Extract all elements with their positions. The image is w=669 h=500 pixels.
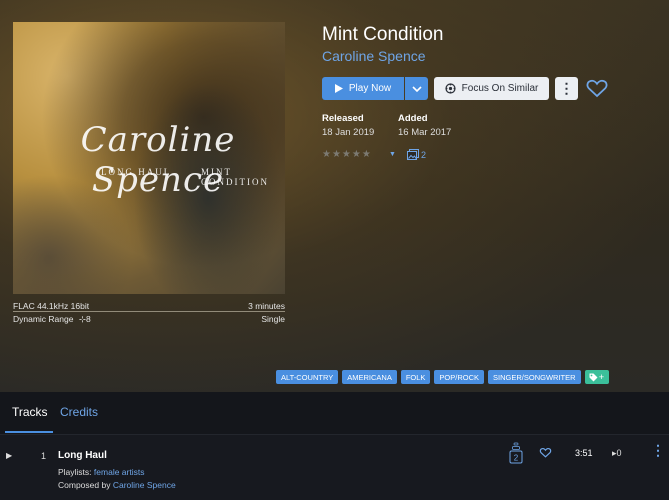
similar-icon xyxy=(445,83,456,94)
active-tab-indicator xyxy=(5,431,53,433)
rating-dropdown-icon[interactable]: ▼ xyxy=(389,151,396,158)
track-more-icon[interactable]: ⋮ xyxy=(651,443,665,457)
track-row[interactable]: ▶ 1 Long Haul Playlists: female artists … xyxy=(0,435,669,500)
playlists-label: Playlists: xyxy=(58,467,92,477)
genre-tag[interactable]: AMERICANA xyxy=(342,370,397,384)
composer-link[interactable]: Caroline Spence xyxy=(113,480,176,490)
audio-format: FLAC 44.1kHz 16bit xyxy=(13,301,90,311)
cover-subtitle-left: LONG HAUL xyxy=(101,167,172,177)
composed-by-label: Composed by xyxy=(58,480,111,490)
track-plays: ▸0 xyxy=(612,448,622,459)
tab-credits[interactable]: Credits xyxy=(60,405,98,419)
favorite-heart-icon[interactable] xyxy=(585,76,609,100)
track-title[interactable]: Long Haul xyxy=(58,450,107,461)
track-duration: 3:51 xyxy=(575,448,593,458)
versions-icon[interactable]: 2 xyxy=(509,442,523,464)
cover-subtitle-right: MINT CONDITION xyxy=(201,167,269,187)
star-rating[interactable]: ★★★★★ xyxy=(322,149,372,160)
play-now-label: Play Now xyxy=(348,83,392,94)
editions-link[interactable]: 2 xyxy=(407,149,426,160)
album-cover[interactable]: Caroline Spence LONG HAUL MINT CONDITION xyxy=(13,22,285,294)
released-label: Released xyxy=(322,113,364,124)
dynamic-range-label: Dynamic Range xyxy=(13,314,74,324)
released-value: 18 Jan 2019 xyxy=(322,127,375,138)
tab-tracks[interactable]: Tracks xyxy=(12,405,48,419)
tag-icon xyxy=(589,373,598,381)
track-number: 1 xyxy=(41,451,47,461)
track-heart-icon[interactable] xyxy=(539,446,552,459)
play-icon xyxy=(334,84,343,93)
track-composer: Composed by Caroline Spence xyxy=(58,480,176,490)
meta-divider xyxy=(13,311,285,312)
album-title: Mint Condition xyxy=(322,24,444,45)
artist-link[interactable]: Caroline Spence xyxy=(322,48,426,64)
plays-count: 0 xyxy=(616,448,622,458)
track-play-icon[interactable]: ▶ xyxy=(6,451,12,460)
play-options-dropdown[interactable] xyxy=(405,77,428,100)
added-label: Added xyxy=(398,113,428,124)
focus-on-similar-label: Focus On Similar xyxy=(461,83,539,94)
genre-tag[interactable]: ALT-COUNTRY xyxy=(276,370,339,384)
add-tag-button[interactable]: + xyxy=(584,370,609,384)
editions-count: 2 xyxy=(421,149,427,160)
playlist-link[interactable]: female artists xyxy=(94,467,145,477)
plus-icon: + xyxy=(598,372,605,382)
added-value: 16 Mar 2017 xyxy=(398,127,452,138)
versions-count: 2 xyxy=(514,454,519,463)
album-duration: 3 minutes xyxy=(248,301,285,311)
release-type: Single xyxy=(261,314,285,324)
dynamic-range-icon: ⊹ xyxy=(78,314,86,324)
image-stack-icon xyxy=(407,149,419,160)
tab-bar: Tracks Credits xyxy=(0,392,669,435)
play-now-button[interactable]: Play Now xyxy=(322,77,404,100)
vertical-dots-icon: ⋮ xyxy=(559,80,574,96)
genre-tag[interactable]: FOLK xyxy=(400,370,431,384)
focus-on-similar-button[interactable]: Focus On Similar xyxy=(434,77,549,100)
genre-tag[interactable]: POP/ROCK xyxy=(434,370,485,384)
more-options-button[interactable]: ⋮ xyxy=(555,77,578,100)
cover-artist-script: Caroline Spence xyxy=(80,120,236,200)
genre-tag[interactable]: SINGER/SONGWRITER xyxy=(488,370,581,384)
chevron-down-icon xyxy=(411,85,422,92)
dynamic-range-value: 8 xyxy=(85,314,91,324)
dynamic-range-row: Dynamic Range ⊹8 Single xyxy=(13,314,285,325)
track-playlists: Playlists: female artists xyxy=(58,467,144,477)
genre-tags: ALT-COUNTRY AMERICANA FOLK POP/ROCK SING… xyxy=(276,370,609,384)
format-row: FLAC 44.1kHz 16bit 3 minutes xyxy=(13,301,285,311)
